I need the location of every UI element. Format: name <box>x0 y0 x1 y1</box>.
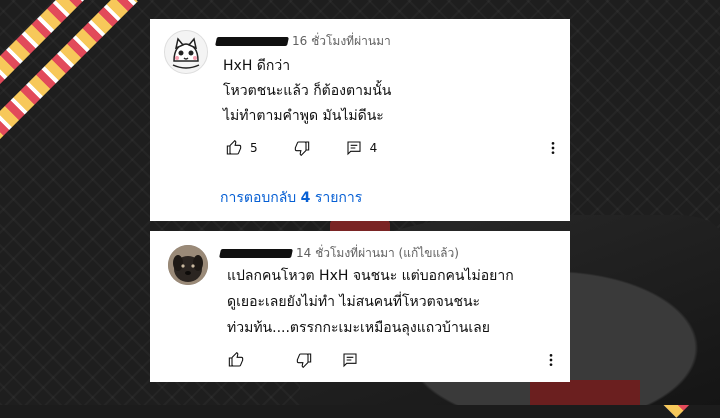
background-illustration-detail <box>530 380 640 405</box>
comment-meta: 14 ชั่วโมงที่ผ่านมา (แก้ไขแล้ว) <box>219 244 459 263</box>
comment-actions <box>228 352 358 368</box>
like-count: 5 <box>250 141 258 155</box>
avatar[interactable] <box>164 30 208 74</box>
comment-text-line: ไม่ทำตามคำพูด มันไม่ดีนะ <box>223 108 384 124</box>
avatar[interactable] <box>168 245 208 285</box>
comment-card: 14 ชั่วโมงที่ผ่านมา (แก้ไขแล้ว) แปลกคนโห… <box>150 231 570 382</box>
like-button[interactable] <box>228 352 244 368</box>
thumbs-down-icon <box>294 141 309 156</box>
replies-link-prefix: การตอบกลับ <box>220 190 297 206</box>
comment-actions: 5 4 <box>226 140 377 156</box>
comment-text-line: ดูเยอะเลยยังไม่ทำ ไม่สนคนที่โหวตจนชนะ <box>227 294 481 310</box>
comment-time: 14 ชั่วโมงที่ผ่านมา (แก้ไขแล้ว) <box>296 246 459 260</box>
thumbs-down-icon <box>296 353 312 368</box>
more-options-button[interactable] <box>545 140 561 156</box>
dislike-button[interactable] <box>294 140 310 156</box>
reply-count: 4 <box>369 141 378 155</box>
comment-time: 16 ชั่วโมงที่ผ่านมา <box>292 34 391 48</box>
reply-button[interactable]: 4 <box>346 140 378 156</box>
dog-avatar-icon <box>168 245 208 285</box>
replies-link-count: 4 <box>300 190 311 206</box>
redacted-username <box>219 249 293 258</box>
comment-text-line: ท่วมท้น....ตรรกกะเมะเหมือนลุงแถวบ้านเลย <box>227 320 490 336</box>
comment-text-line: โหวตชนะแล้ว ก็ต้องตามนั้น <box>223 83 392 99</box>
comment-meta: 16 ชั่วโมงที่ผ่านมา <box>215 32 391 51</box>
reply-button[interactable] <box>342 352 358 368</box>
comment-text-line: แปลกคนโหวต HxH จนชนะ แต่บอกคนไม่อยาก <box>227 268 514 284</box>
more-vertical-icon <box>551 142 555 154</box>
thumbs-up-icon <box>226 140 242 155</box>
comment-text-line: HxH ดีกว่า <box>223 58 291 74</box>
more-options-button[interactable] <box>543 352 559 368</box>
like-button[interactable]: 5 <box>226 140 258 156</box>
thumbs-up-icon <box>228 352 244 367</box>
more-vertical-icon <box>549 354 553 366</box>
replies-link-suffix: รายการ <box>314 190 363 206</box>
cat-avatar-icon <box>165 31 207 73</box>
view-replies-link[interactable]: การตอบกลับ 4 รายการ <box>220 187 362 209</box>
dislike-button[interactable] <box>296 352 312 368</box>
reply-comment-icon <box>343 353 357 368</box>
comment-card: 16 ชั่วโมงที่ผ่านมา HxH ดีกว่า โหวตชนะแล… <box>150 19 570 221</box>
redacted-username <box>215 37 289 46</box>
reply-comment-icon <box>347 141 361 156</box>
